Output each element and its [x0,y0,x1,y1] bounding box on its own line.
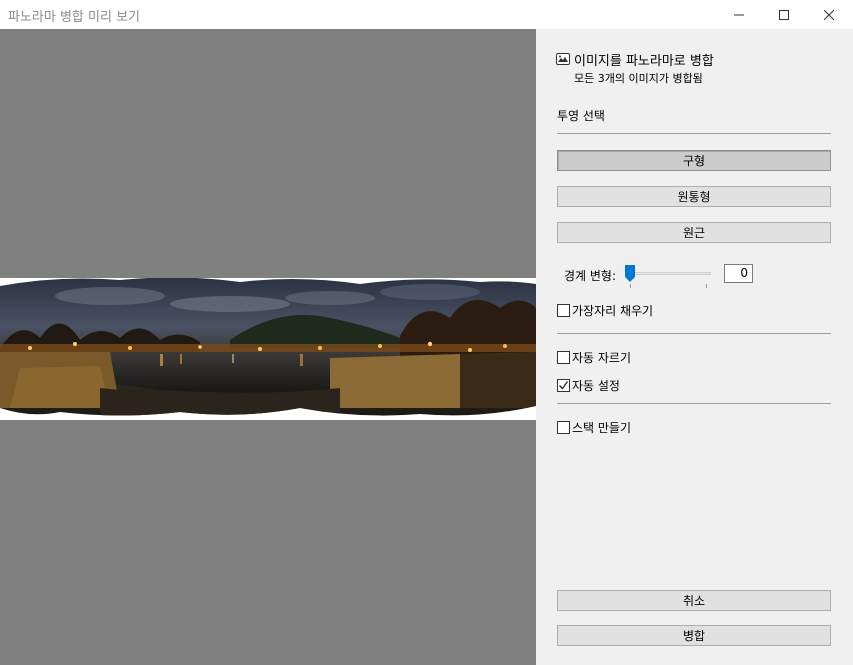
checkbox-box[interactable] [557,351,570,364]
checkbox-box[interactable] [557,379,570,392]
minimize-button[interactable] [716,0,761,29]
checkmark-icon [559,381,569,390]
cancel-button[interactable]: 취소 [557,590,831,611]
panorama-icon [556,53,570,65]
maximize-icon [778,9,789,20]
divider [557,403,831,404]
divider [557,333,831,334]
window-title: 파노라마 병합 미리 보기 [8,10,140,25]
merge-subtitle: 모든 3개의 이미지가 병합됨 [574,72,703,85]
boundary-warp-input[interactable]: 0 [724,264,753,283]
checkbox-box[interactable] [557,421,570,434]
projection-label: 투영 선택 [557,109,605,123]
merge-title: 이미지를 파노라마로 병합 [574,54,714,69]
panorama-preview-area [0,29,536,665]
title-bar: 파노라마 병합 미리 보기 [0,0,853,29]
minimize-icon [733,14,744,15]
boundary-warp-slider-track[interactable] [630,272,711,275]
slider-thumb-icon[interactable] [625,265,635,282]
auto-settings-label: 자동 설정 [572,379,620,393]
auto-crop-label: 자동 자르기 [572,351,632,365]
divider [557,133,831,134]
boundary-warp-label: 경계 변형: [564,269,617,283]
slider-tick [706,284,707,288]
auto-crop-checkbox[interactable]: 자동 자르기 [557,349,631,366]
cylindrical-button[interactable]: 원통형 [557,186,831,207]
merge-settings-panel: 이미지를 파노라마로 병합 모든 3개의 이미지가 병합됨 투영 선택 구형 원… [536,29,853,665]
close-icon [823,9,834,20]
fill-edges-label: 가장자리 채우기 [572,304,654,318]
checkbox-box[interactable] [557,304,570,317]
maximize-button[interactable] [761,0,806,29]
create-stack-label: 스택 만들기 [572,421,632,435]
create-stack-checkbox[interactable]: 스택 만들기 [557,419,631,436]
fill-edges-checkbox[interactable]: 가장자리 채우기 [557,302,653,319]
panorama-preview-image [0,278,536,420]
merge-button[interactable]: 병합 [557,625,831,646]
auto-settings-checkbox[interactable]: 자동 설정 [557,377,620,394]
slider-tick [630,284,631,288]
perspective-button[interactable]: 원근 [557,222,831,243]
close-button[interactable] [806,0,851,29]
spherical-button[interactable]: 구형 [557,150,831,171]
